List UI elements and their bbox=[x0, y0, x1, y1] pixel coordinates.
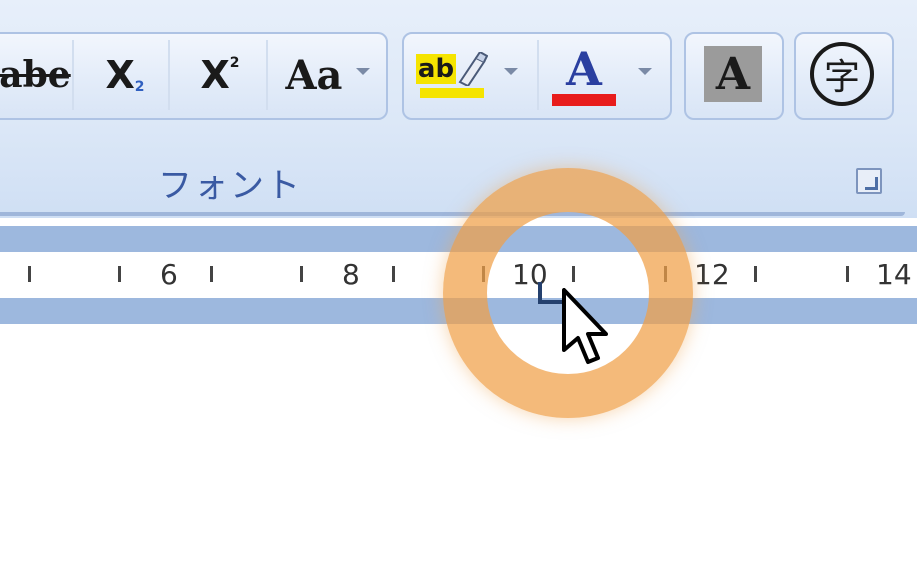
highlight-label: ab bbox=[415, 54, 457, 84]
font-color-label: A bbox=[566, 42, 602, 96]
char-shading-label: A bbox=[715, 48, 751, 100]
ruler-tick bbox=[846, 266, 849, 282]
font-color-dropdown-icon[interactable] bbox=[638, 68, 652, 75]
ribbon: abe X 2 X 2 Aa ab A A 字 フォント bbox=[0, 0, 917, 218]
highlight-color-bar bbox=[420, 88, 484, 98]
change-case-button[interactable]: Aa bbox=[274, 45, 354, 105]
mouse-pointer-icon bbox=[562, 288, 608, 364]
highlight-button[interactable]: ab bbox=[414, 40, 490, 110]
font-group-label: フォント bbox=[158, 166, 302, 206]
enclose-char-button[interactable]: 字 bbox=[810, 42, 874, 106]
superscript-button[interactable]: X 2 bbox=[180, 45, 260, 105]
subscript-x: X bbox=[105, 53, 135, 97]
ruler-tick bbox=[210, 266, 213, 282]
subscript-button[interactable]: X 2 bbox=[85, 45, 165, 105]
ruler-tick bbox=[754, 266, 757, 282]
font-color-button[interactable]: A bbox=[546, 40, 622, 110]
separator bbox=[168, 40, 170, 110]
pen-icon bbox=[458, 52, 489, 86]
ribbon-edge bbox=[0, 212, 905, 216]
ruler-number: 8 bbox=[342, 258, 360, 291]
enclose-char-label: 字 bbox=[823, 57, 860, 98]
ruler-number: 14 bbox=[876, 258, 912, 291]
ruler-tick bbox=[300, 266, 303, 282]
superscript-mark: 2 bbox=[229, 55, 240, 71]
change-case-dropdown-icon[interactable] bbox=[356, 68, 370, 75]
separator bbox=[72, 40, 74, 110]
change-case-label: Aa bbox=[285, 51, 343, 99]
ruler-tick bbox=[392, 266, 395, 282]
char-shading-button[interactable]: A bbox=[704, 46, 762, 102]
strikethrough-button[interactable]: abe bbox=[0, 45, 71, 105]
document-page[interactable] bbox=[0, 324, 917, 575]
ruler-tick bbox=[118, 266, 121, 282]
strikethrough-label: abe bbox=[0, 54, 71, 96]
font-color-bar bbox=[552, 94, 616, 106]
separator bbox=[537, 40, 539, 110]
superscript-x: X bbox=[200, 53, 230, 97]
dialog-launcher-icon[interactable] bbox=[856, 168, 882, 194]
ruler-number: 12 bbox=[694, 258, 730, 291]
subscript-mark: 2 bbox=[134, 79, 145, 95]
separator bbox=[266, 40, 268, 110]
highlight-dropdown-icon[interactable] bbox=[504, 68, 518, 75]
ruler-tick bbox=[28, 266, 31, 282]
ruler-number: 6 bbox=[160, 258, 178, 291]
